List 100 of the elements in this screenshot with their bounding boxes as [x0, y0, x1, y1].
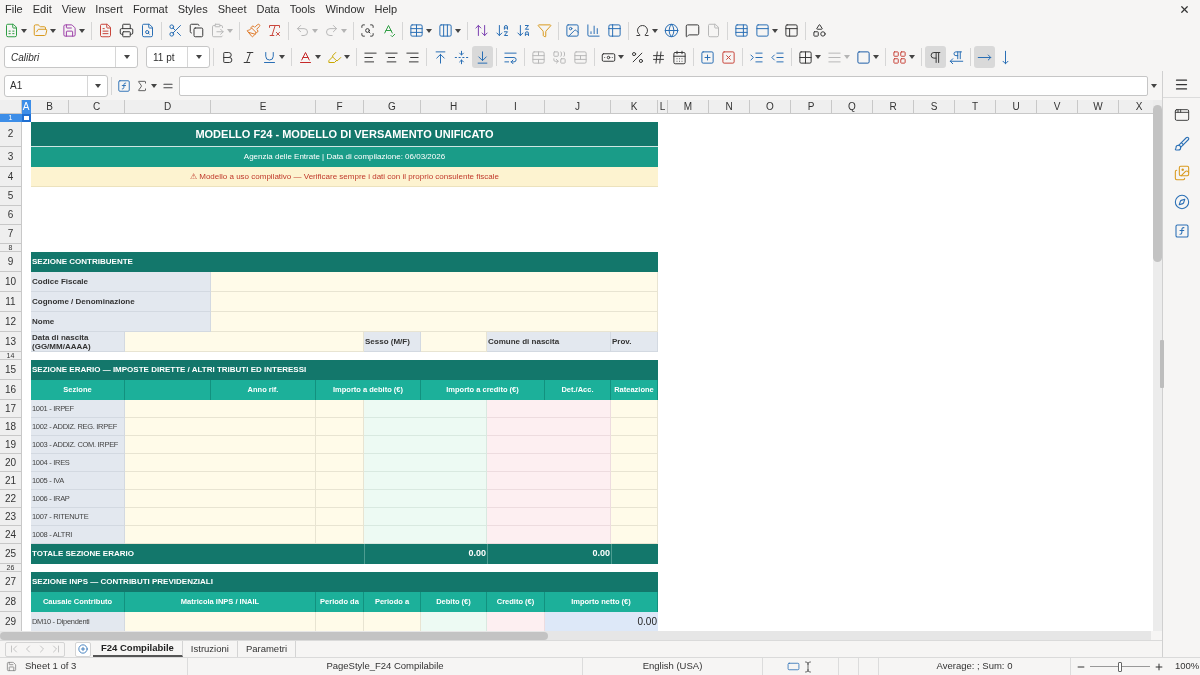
row-header[interactable]: 25 — [0, 544, 22, 564]
input-field[interactable] — [611, 526, 658, 544]
text-left-to-right-button[interactable] — [974, 46, 995, 68]
input-field[interactable] — [125, 418, 316, 436]
column-header[interactable]: F — [316, 100, 364, 114]
sheet-tab[interactable]: Istruzioni — [182, 641, 238, 657]
menu-item[interactable]: Tools — [284, 2, 321, 16]
scrollbar-thumb[interactable] — [0, 631, 548, 640]
left-to-right-button[interactable] — [925, 46, 946, 68]
column-header[interactable]: B — [31, 100, 69, 114]
input-field[interactable] — [316, 400, 364, 418]
row-header[interactable]: 10 — [0, 272, 22, 292]
input-field[interactable] — [316, 508, 364, 526]
credit-field[interactable] — [487, 454, 611, 472]
credit-field[interactable] — [487, 472, 611, 490]
input-field[interactable] — [421, 332, 487, 352]
row-header[interactable]: 17 — [0, 400, 22, 418]
input-field[interactable] — [611, 508, 658, 526]
row-header[interactable]: 28 — [0, 592, 22, 612]
column-header[interactable]: X — [1119, 100, 1153, 114]
credit-field[interactable] — [487, 508, 611, 526]
debit-field[interactable] — [364, 400, 487, 418]
vertical-scrollbar[interactable] — [1153, 100, 1162, 631]
debit-field[interactable] — [364, 454, 487, 472]
row-header[interactable]: 5 — [0, 187, 22, 206]
input-field[interactable] — [125, 454, 316, 472]
column-header[interactable]: K — [611, 100, 658, 114]
input-field[interactable] — [611, 436, 658, 454]
input-field[interactable] — [316, 472, 364, 490]
input-field[interactable] — [125, 612, 316, 631]
input-field[interactable] — [316, 526, 364, 544]
sheet-tab[interactable]: F24 Compilabile — [93, 641, 183, 657]
name-box[interactable]: A1 — [4, 74, 108, 97]
column-header[interactable]: T — [955, 100, 996, 114]
debit-field[interactable] — [364, 526, 487, 544]
row-header[interactable]: 16 — [0, 380, 22, 400]
zoom-slider-thumb[interactable] — [1118, 661, 1122, 672]
row-header[interactable]: 6 — [0, 206, 22, 225]
credit-field[interactable] — [487, 436, 611, 454]
row-header[interactable]: 23 — [0, 508, 22, 526]
column-header[interactable]: I — [487, 100, 545, 114]
debit-field[interactable] — [364, 418, 487, 436]
column-header[interactable]: R — [873, 100, 914, 114]
scrollbar-thumb[interactable] — [1153, 105, 1162, 262]
row-header[interactable]: 19 — [0, 436, 22, 454]
debit-field[interactable] — [421, 612, 487, 631]
row-header[interactable]: 9 — [0, 252, 22, 272]
add-sheet-button[interactable] — [75, 641, 91, 657]
debit-field[interactable] — [364, 472, 487, 490]
column-header[interactable]: O — [750, 100, 791, 114]
input-field[interactable] — [611, 418, 658, 436]
column-header[interactable]: G — [364, 100, 421, 114]
column-header[interactable]: Q — [832, 100, 873, 114]
menu-item[interactable]: Format — [127, 2, 173, 16]
column-header[interactable]: S — [914, 100, 955, 114]
column-header[interactable]: P — [791, 100, 832, 114]
credit-field[interactable] — [487, 612, 545, 631]
row-header[interactable]: 3 — [0, 147, 22, 167]
menu-item[interactable]: Insert — [90, 2, 128, 16]
row-header[interactable]: 20 — [0, 454, 22, 472]
row-header[interactable]: 2 — [0, 122, 22, 147]
row-header[interactable]: 27 — [0, 572, 22, 592]
input-field[interactable] — [125, 472, 316, 490]
row-header[interactable]: 4 — [0, 167, 22, 187]
menu-item[interactable]: Styles — [172, 2, 213, 16]
sheet-tab[interactable]: Parametri — [237, 641, 297, 657]
column-header[interactable]: E — [211, 100, 316, 114]
font-size-combobox[interactable]: 11 pt — [146, 46, 210, 68]
column-header[interactable]: N — [709, 100, 750, 114]
input-field[interactable] — [316, 418, 364, 436]
row-header[interactable]: 13 — [0, 332, 22, 352]
input-field[interactable] — [125, 490, 316, 508]
input-field[interactable] — [611, 400, 658, 418]
menu-item[interactable]: View — [56, 2, 91, 16]
row-header[interactable]: 22 — [0, 490, 22, 508]
row-header[interactable]: 11 — [0, 292, 22, 312]
sidebar-handle[interactable] — [1160, 340, 1164, 388]
input-field[interactable] — [211, 292, 658, 312]
input-field[interactable] — [125, 526, 316, 544]
menu-item[interactable]: Edit — [27, 2, 57, 16]
font-name-combobox[interactable]: Calibri — [4, 46, 138, 68]
input-field[interactable] — [316, 436, 364, 454]
formula-input-field[interactable] — [179, 75, 1148, 96]
select-all-corner[interactable] — [0, 100, 22, 114]
align-bottom-button[interactable] — [472, 46, 493, 68]
input-field[interactable] — [611, 454, 658, 472]
row-header[interactable]: 12 — [0, 312, 22, 332]
debit-field[interactable] — [364, 436, 487, 454]
input-field[interactable] — [364, 612, 421, 631]
input-field[interactable] — [316, 454, 364, 472]
input-field[interactable] — [316, 490, 364, 508]
input-field[interactable] — [125, 400, 316, 418]
column-header[interactable]: W — [1078, 100, 1119, 114]
menu-item[interactable]: File — [0, 2, 28, 16]
row-header[interactable]: 15 — [0, 360, 22, 380]
horizontal-scrollbar[interactable] — [0, 631, 1151, 640]
row-header[interactable]: 7 — [0, 225, 22, 244]
menu-item[interactable]: Data — [251, 2, 285, 16]
input-field[interactable] — [125, 436, 316, 454]
debit-field[interactable] — [364, 490, 487, 508]
